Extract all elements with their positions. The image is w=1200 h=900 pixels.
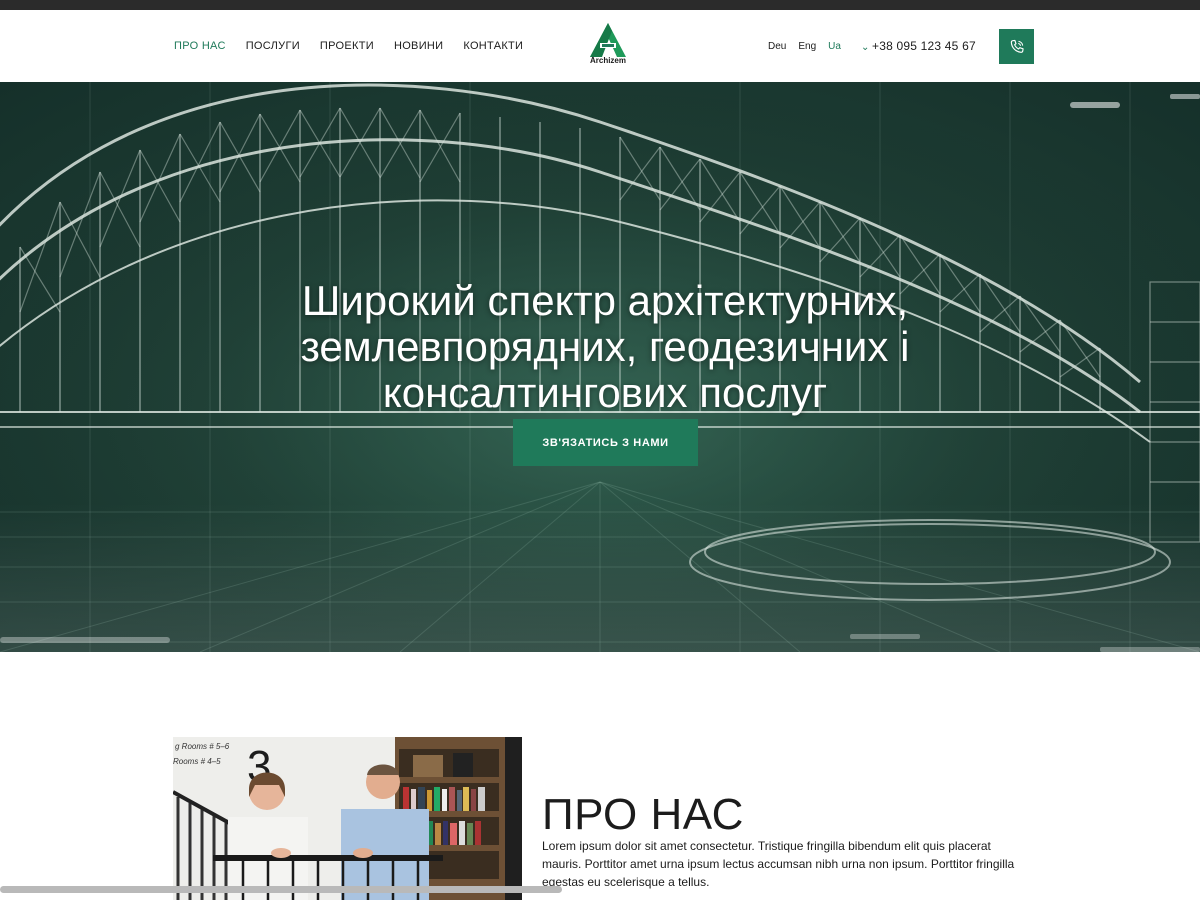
logo[interactable]: Archizem [585, 22, 631, 72]
photo-sign-line-1: g Rooms # 5–6 [175, 742, 230, 751]
hero-section: Широкий спектр архітектурних, землевпоря… [0, 82, 1200, 652]
nav-item-contacts[interactable]: КОНТАКТИ [463, 40, 523, 52]
nav-item-services[interactable]: ПОСЛУГИ [246, 40, 300, 52]
phone-icon [1010, 39, 1024, 53]
contact-us-button[interactable]: ЗВ'ЯЗАТИСЬ З НАМИ [513, 419, 698, 466]
main-nav: ПРО НАС ПОСЛУГИ ПРОЕКТИ НОВИНИ КОНТАКТИ [174, 10, 543, 82]
nav-item-news[interactable]: НОВИНИ [394, 40, 443, 52]
lang-deu[interactable]: Deu [768, 41, 786, 52]
horizontal-scrollbar[interactable] [0, 886, 562, 893]
browser-top-bar [0, 0, 1200, 10]
logo-text: Archizem [589, 56, 626, 65]
team-photo: g Rooms # 5–6 Rooms # 4–5 3 [173, 737, 522, 900]
site-header: ПРО НАС ПОСЛУГИ ПРОЕКТИ НОВИНИ КОНТАКТИ … [0, 10, 1200, 82]
language-switcher: Deu Eng Ua ⌄ [768, 10, 869, 82]
hero-title: Широкий спектр архітектурних, землевпоря… [300, 277, 910, 417]
about-text: Lorem ipsum dolor sit amet consectetur. … [542, 839, 1015, 889]
logo-mark-icon [590, 23, 626, 57]
phone-number[interactable]: +38 095 123 45 67 [872, 10, 976, 82]
lang-ua[interactable]: Ua [828, 41, 841, 52]
lang-eng[interactable]: Eng [798, 41, 816, 52]
call-button[interactable] [999, 29, 1034, 64]
photo-sign-line-2: Rooms # 4–5 [173, 757, 221, 766]
chevron-down-icon[interactable]: ⌄ [861, 42, 869, 53]
nav-item-projects[interactable]: ПРОЕКТИ [320, 40, 374, 52]
nav-item-about[interactable]: ПРО НАС [174, 40, 226, 52]
about-title: ПРО НАС [542, 789, 744, 839]
